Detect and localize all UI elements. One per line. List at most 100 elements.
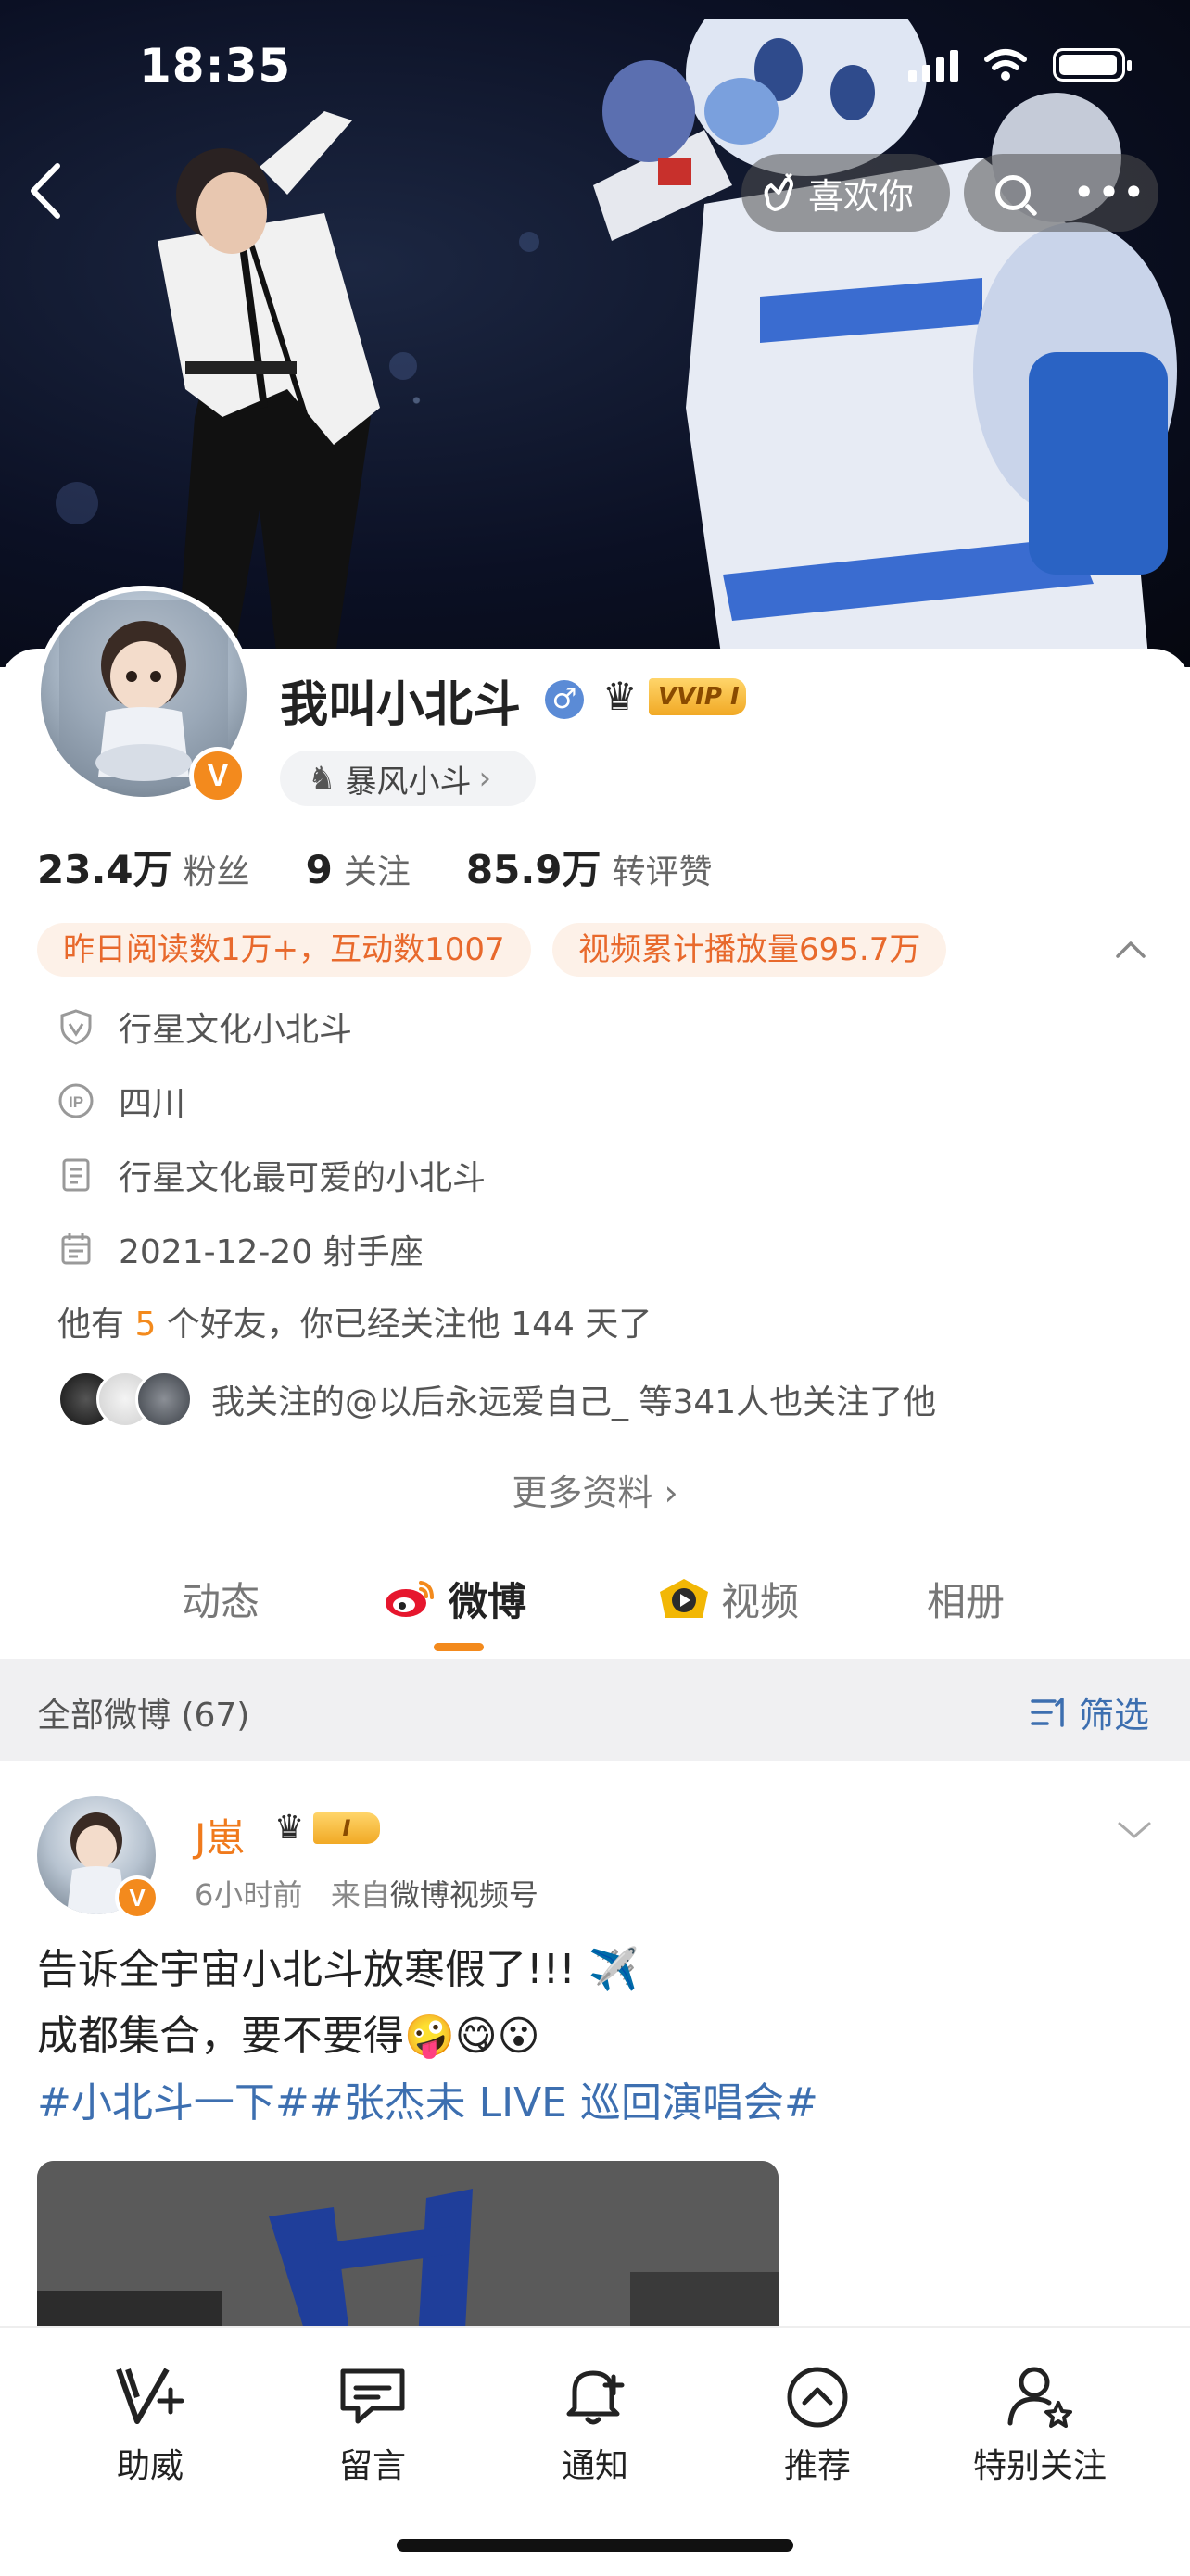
more-dots-icon: ••• (1072, 170, 1147, 215)
svg-text:IP: IP (69, 1093, 83, 1111)
ip-location-icon: IP (57, 1082, 95, 1119)
mutual-follow-row[interactable]: 我关注的@以后永远爱自己_ 等341人也关注了他 (57, 1370, 937, 1428)
followers-label[interactable]: 粉丝 (184, 845, 250, 893)
mutual-avatar (135, 1370, 193, 1428)
info-row-birthday: 2021-12-20 射手座 (57, 1223, 424, 1275)
special-follow-button[interactable]: 特别关注 (947, 2359, 1133, 2487)
video-channel-icon (660, 1579, 708, 1618)
like-you-button[interactable]: 喜欢你 (741, 154, 950, 232)
hashtag-link[interactable]: #小北斗一下# (37, 2079, 310, 2127)
tab-weibo-label: 微博 (449, 1578, 527, 1624)
battery-icon (1053, 48, 1132, 82)
profile-name: 我叫小北斗 (280, 677, 522, 733)
crown-icon: ♛ (602, 674, 638, 719)
banner-singer-figure (158, 111, 380, 667)
more-info-link[interactable]: 更多资料 › (0, 1464, 1190, 1515)
search-icon (994, 175, 1031, 210)
recommend-label: 推荐 (783, 2447, 851, 2485)
vvip-badge[interactable]: VVIP I ♛ (602, 676, 751, 717)
tab-album-label: 相册 (927, 1578, 1006, 1624)
special-follow-label: 特别关注 (972, 2447, 1107, 2485)
home-indicator[interactable] (397, 2539, 793, 2552)
post-source[interactable]: 微博视频号 (390, 1877, 538, 1913)
info-bio-text: 行星文化最可爱的小北斗 (119, 1159, 487, 1197)
filter-bar: 全部微博 (67) 筛选 (0, 1659, 1190, 1761)
verified-badge-icon: V (189, 747, 247, 804)
status-bar: 18:35 (0, 0, 1190, 139)
fan-group-icon: ♞ (308, 760, 336, 797)
message-label: 留言 (338, 2447, 406, 2485)
fan-group-chip[interactable]: ♞ 暴风小斗 › (280, 751, 536, 806)
calendar-icon (57, 1231, 95, 1268)
recommend-button[interactable]: 推荐 (725, 2359, 910, 2487)
assist-label: 助威 (116, 2447, 184, 2485)
profile-tabs: 动态 微博 视频 相册 (0, 1547, 1190, 1649)
post-author-level-badge: I ♛ (274, 1811, 386, 1846)
post-author-name[interactable]: J崽 (195, 1807, 245, 1863)
chevron-left-icon (31, 163, 60, 219)
chevron-right-icon: › (478, 760, 492, 797)
header-actions: ••• (964, 154, 1158, 232)
post-options-chevron-down-icon[interactable] (1116, 1816, 1153, 1844)
post-line-2: 成都集合，要不要得🤪😋😮 (37, 2013, 540, 2060)
message-button[interactable]: 留言 (280, 2359, 465, 2487)
chevron-up-icon[interactable] (1112, 932, 1149, 969)
tab-album[interactable]: 相册 (927, 1547, 1005, 1649)
mutual-follow-text: 我关注的@以后永远爱自己_ 等341人也关注了他 (211, 1383, 937, 1421)
tab-activity-label: 动态 (182, 1578, 260, 1624)
post-meta: 6小时前 来自微博视频号 (195, 1872, 538, 1914)
like-you-label: 喜欢你 (808, 175, 915, 217)
special-follow-icon (1007, 2367, 1072, 2428)
hashtag-link[interactable]: #张杰未 LIVE 巡回演唱会# (310, 2079, 818, 2127)
friends-suffix: 个好友，你已经关注他 144 天了 (156, 1306, 652, 1344)
shield-icon (57, 1008, 95, 1045)
info-row-bio: 行星文化最可爱的小北斗 (57, 1149, 486, 1201)
tab-video-label: 视频 (721, 1578, 800, 1624)
info-row-org: 行星文化小北斗 (57, 1001, 352, 1053)
post-verified-badge-icon: V (115, 1875, 159, 1920)
all-posts-count: 全部微博 (67) (37, 1697, 250, 1735)
more-button[interactable]: ••• (1061, 173, 1158, 212)
post-line-1: 告诉全宇宙小北斗放寒假了!!! ✈️ (37, 1946, 639, 1993)
info-row-ip: IP 四川 (57, 1075, 185, 1127)
profile-banner[interactable]: 18:35 喜欢你 ••• (0, 0, 1190, 667)
message-icon (340, 2368, 405, 2424)
document-icon (57, 1156, 95, 1193)
bokeh-light (56, 482, 98, 524)
profile-stats: 23.4万 粉丝 9 关注 85.9万 转评赞 (37, 839, 768, 895)
filter-sort-icon (1031, 1697, 1064, 1727)
crown-icon: ♛ (274, 1809, 305, 1847)
interactions-count: 85.9万 (465, 847, 601, 892)
tab-weibo[interactable]: 微博 (384, 1547, 526, 1649)
following-count[interactable]: 9 (306, 847, 333, 892)
male-gender-icon: ♂ (545, 680, 584, 719)
friends-summary[interactable]: 他有 5 个好友，你已经关注他 144 天了 (57, 1297, 652, 1345)
reading-stats-chip[interactable]: 昨日阅读数1万+，互动数1007 (37, 923, 531, 977)
friends-count: 5 (134, 1306, 157, 1344)
filter-label: 筛选 (1078, 1695, 1149, 1736)
fan-group-label: 暴风小斗 (345, 763, 472, 801)
assist-button[interactable]: 助威 (57, 2359, 243, 2487)
tab-activity[interactable]: 动态 (182, 1547, 260, 1649)
post-level-label: I (313, 1812, 380, 1844)
tab-video[interactable]: 视频 (658, 1547, 799, 1649)
post-time: 6小时前 (195, 1877, 303, 1913)
hand-heart-icon (764, 172, 793, 211)
weibo-post[interactable]: V J崽 I ♛ 6小时前 来自微博视频号 告诉全宇宙小北斗放寒假了!!! ✈️… (0, 1761, 1190, 2439)
following-label[interactable]: 关注 (344, 845, 411, 893)
assist-icon (116, 2368, 184, 2424)
vvip-label: VVIP I (649, 678, 746, 715)
post-content[interactable]: 告诉全宇宙小北斗放寒假了!!! ✈️ 成都集合，要不要得🤪😋😮 #小北斗一下##… (37, 1937, 1149, 2137)
filter-button[interactable]: 筛选 (1031, 1686, 1149, 1737)
followers-count[interactable]: 23.4万 (37, 839, 172, 895)
info-birthday-text: 2021-12-20 射手座 (119, 1233, 424, 1271)
recommend-icon (787, 2367, 848, 2428)
search-button[interactable] (964, 175, 1061, 210)
status-time: 18:35 (139, 39, 292, 93)
video-plays-chip[interactable]: 视频累计播放量695.7万 (552, 923, 947, 977)
notify-label: 通知 (561, 2447, 628, 2485)
info-org-text: 行星文化小北斗 (119, 1011, 353, 1049)
wifi-icon (984, 49, 1027, 81)
notify-button[interactable]: 通知 (502, 2359, 688, 2487)
back-button[interactable] (26, 162, 82, 219)
